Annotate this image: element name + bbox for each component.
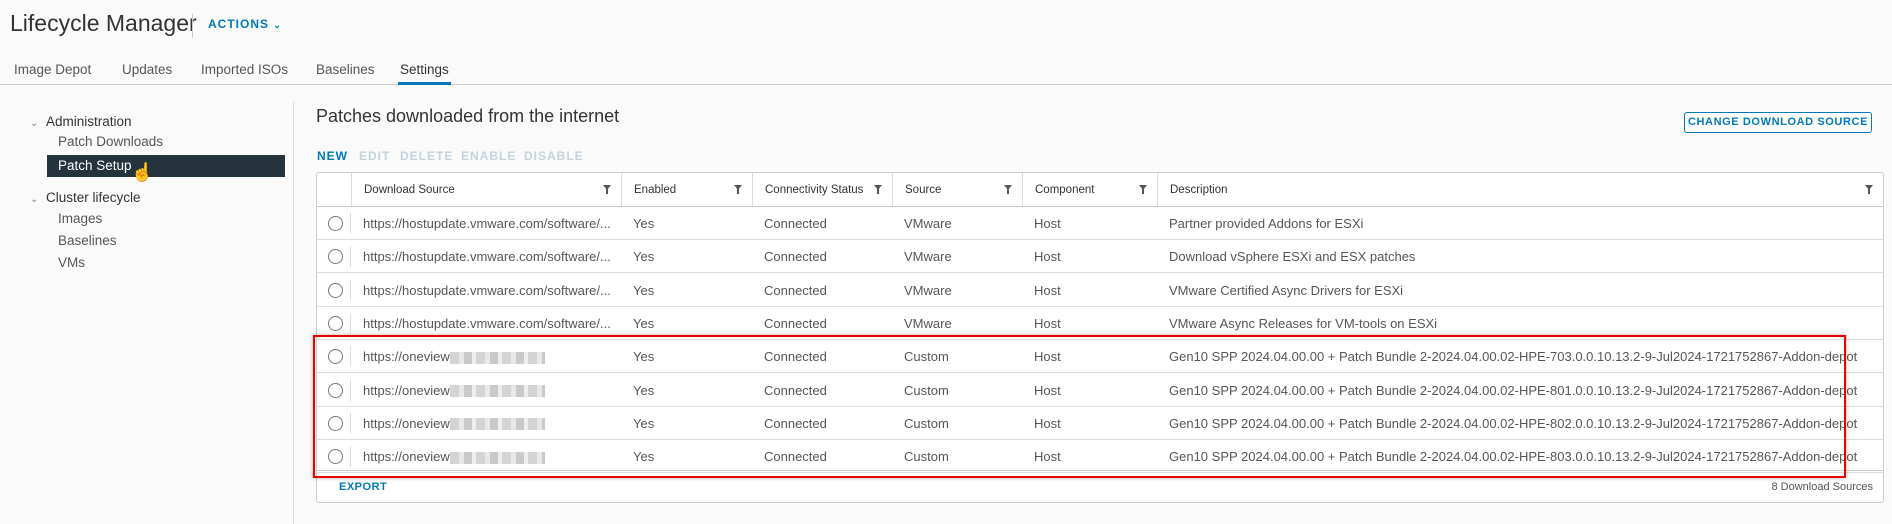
app-title: Lifecycle Manager — [10, 10, 197, 36]
column-header-connectivity-status[interactable]: Connectivity Status — [752, 173, 892, 206]
section-label: Cluster lifecycle — [46, 190, 141, 205]
cell-source: VMware — [904, 216, 952, 231]
filter-icon[interactable] — [734, 185, 742, 194]
row-select-radio[interactable] — [328, 282, 343, 298]
cell-component: Host — [1034, 216, 1061, 231]
row-select-radio[interactable] — [328, 216, 343, 231]
cell-component: Host — [1034, 282, 1061, 298]
delete-button[interactable]: DELETE — [400, 149, 453, 163]
cell-download-source: https://hostupdate.vmware.com/software/.… — [363, 249, 611, 265]
cell-connectivity-status: Connected — [764, 282, 827, 298]
cell-enabled: Yes — [633, 249, 655, 265]
column-header-enabled[interactable]: Enabled — [621, 173, 752, 206]
disable-button[interactable]: DISABLE — [524, 149, 584, 163]
cell-source: VMware — [904, 249, 952, 265]
hand-cursor-icon: ☝ — [131, 162, 154, 182]
filter-icon[interactable] — [1004, 185, 1012, 194]
cell-connectivity-status: Connected — [764, 249, 827, 265]
cell-enabled: Yes — [633, 216, 655, 231]
sidebar-item-patch-setup[interactable]: Patch Setup — [47, 155, 285, 177]
cell-description: VMware Certified Async Drivers for ESXi — [1169, 282, 1404, 298]
page-heading: Patches downloaded from the internet — [316, 106, 620, 126]
cell-source: VMware — [904, 282, 952, 298]
table-row[interactable]: https://hostupdate.vmware.com/software/.… — [317, 207, 1883, 240]
column-header-source[interactable]: Source — [892, 173, 1022, 206]
column-header-description[interactable]: Description — [1157, 173, 1883, 206]
sidebar-divider — [293, 102, 294, 524]
cell-description: Partner provided Addons for ESXi — [1169, 216, 1364, 231]
title-divider — [192, 14, 193, 38]
filter-icon[interactable] — [1865, 185, 1873, 194]
cell-connectivity-status: Connected — [764, 216, 827, 231]
tab-image-depot[interactable]: Image Depot — [14, 62, 91, 85]
chevron-down-icon: ⌄ — [30, 194, 39, 205]
filter-icon[interactable] — [874, 185, 882, 194]
filter-icon[interactable] — [1139, 185, 1147, 194]
cell-description: Download vSphere ESXi and ESX patches — [1169, 249, 1416, 265]
chevron-down-icon: ⌄ — [30, 118, 39, 129]
cell-download-source: https://hostupdate.vmware.com/software/.… — [363, 282, 611, 298]
cell-enabled: Yes — [633, 282, 655, 298]
edit-button[interactable]: EDIT — [359, 149, 390, 163]
cell-component: Host — [1034, 249, 1061, 265]
sidebar-item-baselines[interactable]: Baselines — [47, 230, 285, 252]
row-select-radio[interactable] — [328, 249, 343, 265]
table-row[interactable]: https://hostupdate.vmware.com/software/.… — [317, 274, 1883, 307]
actions-label: ACTIONS — [208, 17, 269, 31]
actions-menu-button[interactable]: ACTIONS ⌄ — [208, 17, 282, 31]
sidebar-section-cluster-lifecycle[interactable]: ⌄ Cluster lifecycle — [30, 190, 141, 205]
highlight-box — [313, 335, 1846, 478]
sidebar-item-patch-downloads[interactable]: Patch Downloads — [47, 131, 285, 153]
table-row[interactable]: https://hostupdate.vmware.com/software/.… — [317, 240, 1883, 274]
row-count: 8 Download Sources — [1771, 481, 1873, 493]
column-header-component[interactable]: Component — [1022, 173, 1157, 206]
cell-download-source: https://hostupdate.vmware.com/software/.… — [363, 216, 611, 231]
chevron-down-icon: ⌄ — [273, 20, 282, 30]
select-column-header — [317, 173, 351, 206]
section-label: Administration — [46, 114, 132, 129]
enable-button[interactable]: ENABLE — [461, 149, 516, 163]
sidebar-item-images[interactable]: Images — [47, 208, 285, 230]
change-download-source-button[interactable]: CHANGE DOWNLOAD SOURCE — [1684, 112, 1872, 133]
column-header-download-source[interactable]: Download Source — [351, 173, 621, 206]
sidebar-item-vms[interactable]: VMs — [47, 252, 285, 274]
tab-bar: Image Depot Updates Imported ISOs Baseli… — [0, 58, 1892, 85]
export-button[interactable]: EXPORT — [339, 481, 387, 493]
new-button[interactable]: NEW — [317, 149, 348, 163]
filter-icon[interactable] — [603, 185, 611, 194]
tab-imported-isos[interactable]: Imported ISOs — [201, 62, 288, 85]
row-select-radio[interactable] — [328, 315, 343, 331]
tab-updates[interactable]: Updates — [122, 62, 172, 85]
tab-settings[interactable]: Settings — [398, 62, 451, 85]
tab-baselines[interactable]: Baselines — [316, 62, 375, 85]
sidebar-section-administration[interactable]: ⌄ Administration — [30, 114, 132, 129]
table-header: Download Source Enabled Connectivity Sta… — [317, 173, 1883, 207]
